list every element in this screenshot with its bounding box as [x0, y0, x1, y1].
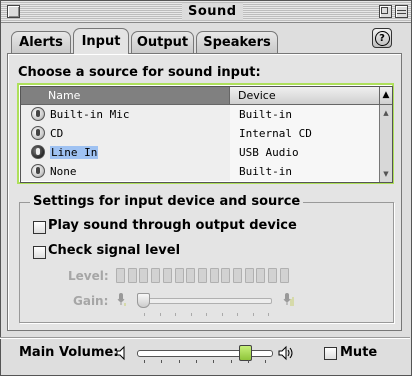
level-meter-segment — [221, 268, 231, 283]
source-device: Internal CD — [230, 124, 380, 143]
scroll-down-arrow-icon[interactable]: ▼ — [380, 168, 392, 180]
scroll-up-arrow-icon[interactable]: ▲ — [380, 107, 392, 119]
level-meter-segment — [127, 268, 137, 283]
volume-tick — [230, 360, 232, 363]
window-title: Sound — [182, 3, 243, 20]
volume-slider-track[interactable] — [137, 350, 273, 357]
list-item[interactable]: CD Internal CD — [21, 124, 380, 143]
source-name: CD — [50, 127, 64, 140]
microphone-low-icon — [117, 293, 126, 306]
source-device: Built-in — [230, 162, 380, 181]
check-signal-level-label[interactable]: Check signal level — [48, 243, 180, 258]
column-header-device[interactable]: Device — [230, 87, 380, 105]
gain-tick — [252, 313, 254, 316]
collapse-box-icon[interactable] — [395, 5, 408, 18]
volume-tick — [265, 360, 267, 363]
mute-checkbox[interactable] — [324, 347, 337, 360]
play-through-checkbox[interactable] — [33, 221, 46, 234]
source-name: Built-in Mic — [50, 108, 130, 121]
list-header: Name Device — [21, 87, 380, 105]
sort-direction-icon[interactable]: ▲ — [379, 87, 392, 105]
level-meter-segment — [233, 268, 242, 283]
level-meter-segment — [279, 268, 289, 283]
gain-tick — [206, 313, 207, 316]
tab-alerts[interactable]: Alerts — [11, 31, 71, 53]
list-scrollbar[interactable]: ▲ ▼ — [379, 105, 392, 182]
title-bar[interactable]: Sound — [1, 1, 411, 23]
settings-group-label: Settings for input device and source — [30, 194, 304, 209]
volume-tick — [161, 360, 163, 363]
gain-tick — [190, 313, 192, 316]
zoom-box-icon[interactable] — [379, 5, 392, 18]
gain-tick — [237, 313, 238, 316]
list-item[interactable]: None Built-in — [21, 162, 380, 181]
check-signal-level-checkbox[interactable] — [33, 246, 46, 259]
microphone-icon — [31, 145, 45, 159]
microphone-icon — [31, 164, 45, 178]
speaker-loud-icon — [277, 345, 293, 361]
close-box-icon[interactable] — [7, 5, 20, 18]
gain-tick — [159, 313, 161, 316]
source-name: None — [50, 165, 77, 178]
level-meter-segment — [162, 268, 172, 283]
level-meter-segment — [139, 268, 149, 283]
choose-source-label: Choose a source for sound input: — [18, 65, 261, 80]
source-list[interactable]: Name Device ▲ Built-in Mic Built-in CD I… — [17, 83, 394, 184]
level-meter-segment — [174, 268, 184, 283]
list-item[interactable]: Built-in Mic Built-in — [21, 105, 380, 124]
microphone-high-icon — [283, 293, 294, 306]
volume-tick — [195, 360, 197, 363]
level-meter-segment — [244, 268, 254, 283]
help-button[interactable]: ? — [372, 28, 392, 48]
level-meter-segment — [209, 268, 219, 283]
gain-tick — [221, 313, 223, 316]
source-name: Line In — [50, 146, 99, 159]
level-meter-segment — [268, 268, 278, 283]
gain-label: Gain: — [73, 294, 109, 308]
source-device: USB Audio — [230, 143, 380, 162]
help-icon: ? — [374, 31, 390, 46]
microphone-icon — [31, 126, 45, 140]
level-label: Level: — [68, 269, 109, 283]
gain-slider-track[interactable] — [138, 298, 272, 304]
level-meter-segment — [256, 268, 266, 283]
volume-tick — [144, 360, 145, 363]
speaker-quiet-icon — [114, 345, 130, 361]
footer-divider — [0, 337, 410, 338]
mute-label[interactable]: Mute — [340, 345, 377, 360]
play-through-label[interactable]: Play sound through output device — [48, 218, 297, 233]
tab-output[interactable]: Output — [131, 31, 194, 53]
source-device: Built-in — [230, 105, 380, 124]
level-meter-segment — [197, 268, 207, 283]
column-header-name[interactable]: Name — [21, 87, 230, 105]
list-item-selected[interactable]: Line In USB Audio — [21, 143, 380, 162]
volume-tick — [178, 360, 180, 363]
gain-tick — [175, 313, 176, 316]
level-meter-segment — [186, 268, 196, 283]
tab-speakers[interactable]: Speakers — [196, 31, 278, 53]
level-meter-segment — [116, 268, 125, 283]
gain-slider-thumb[interactable] — [137, 293, 150, 308]
microphone-icon — [31, 107, 45, 121]
gain-tick — [144, 313, 145, 316]
main-volume-label: Main Volume: — [19, 345, 119, 360]
level-meter-segment — [151, 268, 161, 283]
gain-tick — [268, 313, 269, 316]
volume-tick — [247, 360, 249, 363]
volume-slider-thumb[interactable] — [238, 345, 252, 361]
volume-tick — [213, 360, 215, 363]
tab-input[interactable]: Input — [73, 28, 129, 54]
